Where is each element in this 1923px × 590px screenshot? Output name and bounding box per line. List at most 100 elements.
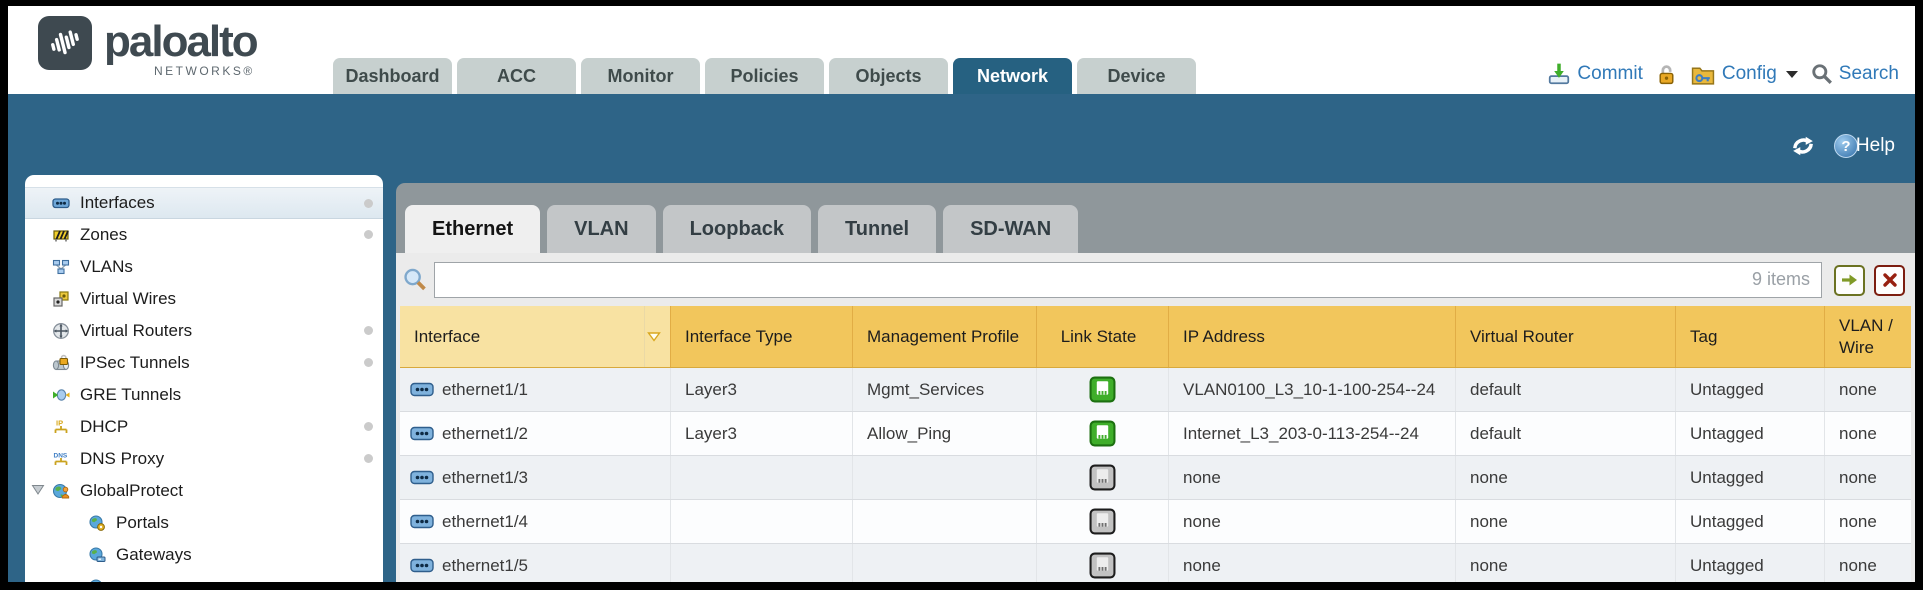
sidebar-item-interfaces[interactable]: Interfaces [25,187,383,219]
column-header-tag[interactable]: Tag [1676,306,1825,367]
nav-tab[interactable]: Dashboard [333,58,452,94]
status-dot [364,358,373,367]
status-dot [364,199,373,208]
table-row[interactable]: ethernet1/3 none none [400,456,1911,500]
column-filter-dropdown[interactable] [645,306,671,367]
interface-type-cell: Layer3 [671,368,853,411]
vlan-wire-cell: none [1825,544,1911,582]
sidebar-item-partial[interactable] [25,571,383,582]
interface-link[interactable]: ethernet1/1 [442,380,528,400]
sidebar-item-zones[interactable]: Zones [25,219,383,251]
commit-button[interactable]: Commit [1547,62,1642,86]
config-menu[interactable]: Config [1690,63,1798,86]
interface-link[interactable]: ethernet1/2 [442,424,528,444]
lock-button[interactable] [1656,63,1677,86]
interface-link[interactable]: ethernet1/4 [442,512,528,532]
tag-cell: Untagged [1676,412,1825,455]
ip-address-cell: none [1169,500,1456,543]
interface-link[interactable]: ethernet1/5 [442,556,528,576]
column-header-link-state[interactable]: Link State [1037,306,1169,367]
virtual-wires-icon [51,290,71,308]
sidebar-item-dns-proxy[interactable]: DNS DNS Proxy [25,443,383,475]
search-label: Search [1839,63,1899,85]
sidebar-item-vlans[interactable]: VLANs [25,251,383,283]
table-header-row: Interface Interface Type Management Prof… [400,306,1911,368]
vlan-wire-cell: none [1825,412,1911,455]
item-count: 9 items [1752,269,1810,290]
sidebar-item-portals[interactable]: Portals [25,507,383,539]
column-header-virtual-router[interactable]: Virtual Router [1456,306,1676,367]
sidebar-item-label: Portals [116,513,169,533]
help-button[interactable]: ? [1834,134,1848,158]
clear-filter-button[interactable] [1874,265,1905,296]
filter-input-wrap: 9 items [434,262,1822,298]
sidebar-item-dhcp[interactable]: IP DHCP [25,411,383,443]
interface-tab[interactable]: Loopback [663,205,811,253]
table-row[interactable]: ethernet1/4 none none [400,500,1911,544]
sidebar-item-label: DHCP [80,417,128,437]
sidebar-item-label: GlobalProtect [80,481,183,501]
gre-tunnels-icon [51,386,71,404]
column-header-ip-address[interactable]: IP Address [1169,306,1456,367]
table-row[interactable]: ethernet1/1 Layer3 Mgmt_Services VLAN010… [400,368,1911,412]
link-state-icon [1089,464,1116,491]
interface-tab[interactable]: Ethernet [405,205,540,253]
sidebar-item-label: Virtual Routers [80,321,192,341]
management-profile-cell: Mgmt_Services [853,368,1037,411]
status-dot [364,230,373,239]
ipsec-tunnels-icon [51,354,71,372]
vlan-wire-cell: none [1825,500,1911,543]
interface-tab[interactable]: Tunnel [818,205,936,253]
search-button[interactable]: Search [1811,63,1899,85]
header-utilities: Commit Config [1547,62,1899,86]
green-arrow-icon [1840,271,1859,289]
sidebar-item-globalprotect[interactable]: GlobalProtect [25,475,383,507]
interface-cell: ethernet1/1 [400,368,671,411]
gateways-icon [87,546,107,564]
ethernet-interface-icon [410,470,434,485]
column-header-interface-type[interactable]: Interface Type [671,306,853,367]
table-row[interactable]: ethernet1/5 none none [400,544,1911,582]
interface-tab[interactable]: SD-WAN [943,205,1078,253]
table-row[interactable]: ethernet1/2 Layer3 Allow_Ping Internet_L… [400,412,1911,456]
sidebar-item-virtual-routers[interactable]: Virtual Routers [25,315,383,347]
apply-filter-button[interactable] [1834,265,1865,296]
link-state-icon [1089,552,1116,579]
sidebar-item-virtual-wires[interactable]: Virtual Wires [25,283,383,315]
virtual-router-cell: default [1456,368,1676,411]
interface-tab[interactable]: VLAN [547,205,655,253]
ip-address-cell: none [1169,456,1456,499]
link-state-icon [1089,508,1116,535]
search-icon [1811,63,1833,85]
sidebar-item-label: GRE Tunnels [80,385,181,405]
column-header-vlan-wire[interactable]: VLAN / Wire [1825,306,1911,367]
sidebar-item-gateways[interactable]: Gateways [25,539,383,571]
sidebar-item-gre-tunnels[interactable]: GRE Tunnels [25,379,383,411]
collapse-triangle-icon[interactable] [31,484,45,496]
sidebar-item-ipsec-tunnels[interactable]: IPSec Tunnels [25,347,383,379]
interface-type-cell [671,500,853,543]
ip-address-cell: Internet_L3_203-0-113-254--24 [1169,412,1456,455]
filter-input[interactable] [434,262,1822,298]
ip-address-cell: none [1169,544,1456,582]
nav-tab[interactable]: ACC [457,58,576,94]
sidebar-item-label: DNS Proxy [80,449,164,469]
refresh-icon[interactable] [1788,134,1818,158]
column-header-management-profile[interactable]: Management Profile [853,306,1037,367]
nav-tab[interactable]: Network [953,58,1072,94]
nav-tab[interactable]: Device [1077,58,1196,94]
interface-link[interactable]: ethernet1/3 [442,468,528,488]
nav-tab[interactable]: Policies [705,58,824,94]
ethernet-interface-icon [410,382,434,397]
virtual-router-cell: default [1456,412,1676,455]
column-header-interface[interactable]: Interface [400,306,645,367]
waveform-icon [45,23,85,63]
clear-x-icon [1881,271,1899,289]
link-state-cell [1037,412,1169,455]
nav-tab[interactable]: Objects [829,58,948,94]
nav-tab[interactable]: Monitor [581,58,700,94]
link-state-cell [1037,544,1169,582]
link-state-cell [1037,456,1169,499]
vlans-icon [51,258,71,276]
sidebar-item-label: Virtual Wires [80,289,176,309]
